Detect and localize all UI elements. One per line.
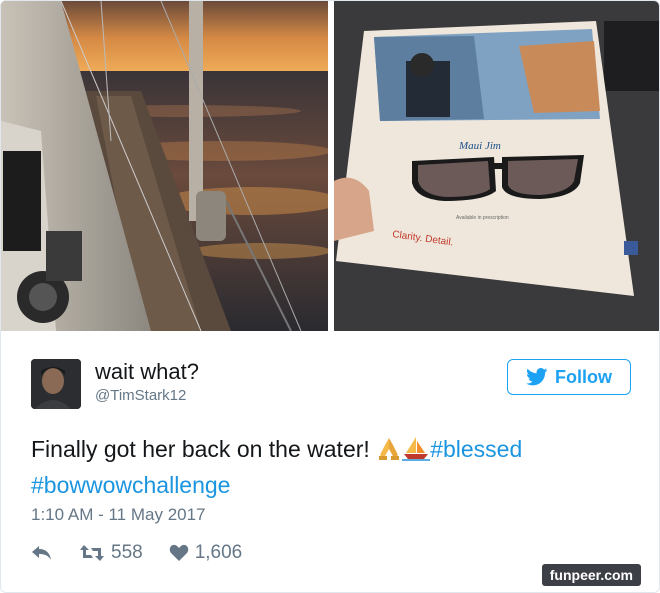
reply-icon (32, 546, 51, 560)
like-count: 1,606 (194, 542, 243, 563)
avatar-image (31, 359, 81, 409)
sailboat-sunset-photo[interactable] (1, 1, 328, 331)
retweet-icon (80, 545, 104, 561)
follow-button[interactable]: Follow (507, 359, 631, 395)
like-button[interactable]: 1,606 (169, 542, 243, 564)
sunglasses-ad-photo[interactable]: Maui Jim Available in prescription Clari… (334, 1, 659, 331)
follow-label: Follow (555, 366, 612, 387)
tweet-media[interactable]: Maui Jim Available in prescription Clari… (1, 1, 659, 331)
tweet-card: Maui Jim Available in prescription Clari… (0, 0, 660, 593)
retweet-button[interactable]: 558 (79, 542, 143, 564)
sailboat-icon (402, 435, 431, 469)
sailboat-sunset-image (1, 1, 328, 331)
tweet-text-main: Finally got her back on the water! (31, 436, 377, 462)
hashtag-link[interactable]: #bowwowchallenge (31, 472, 230, 498)
display-name[interactable]: wait what? (95, 359, 199, 385)
ad-caption: Available in prescription (456, 215, 509, 221)
heart-icon (169, 544, 188, 561)
magazine-ad-image: Maui Jim Available in prescription Clari… (334, 1, 659, 331)
site-watermark: funpeer.com (541, 564, 641, 586)
ad-brand-logo: Maui Jim (458, 140, 501, 152)
tweet-timestamp[interactable]: 1:10 AM - 11 May 2017 (31, 505, 206, 525)
avatar[interactable] (31, 359, 81, 409)
username[interactable]: @TimStark12 (95, 387, 186, 404)
praying-hands-icon (376, 435, 402, 469)
retweet-count: 558 (111, 542, 143, 563)
reply-button[interactable] (31, 544, 53, 562)
tweet-header: wait what? @TimStark12 Follow (31, 357, 631, 417)
hashtag-link[interactable]: #blessed (430, 436, 522, 462)
tweet-actions: 558 1,606 (31, 541, 268, 565)
tweet-text: Finally got her back on the water! #bles… (31, 433, 631, 501)
twitter-bird-icon (526, 368, 548, 386)
